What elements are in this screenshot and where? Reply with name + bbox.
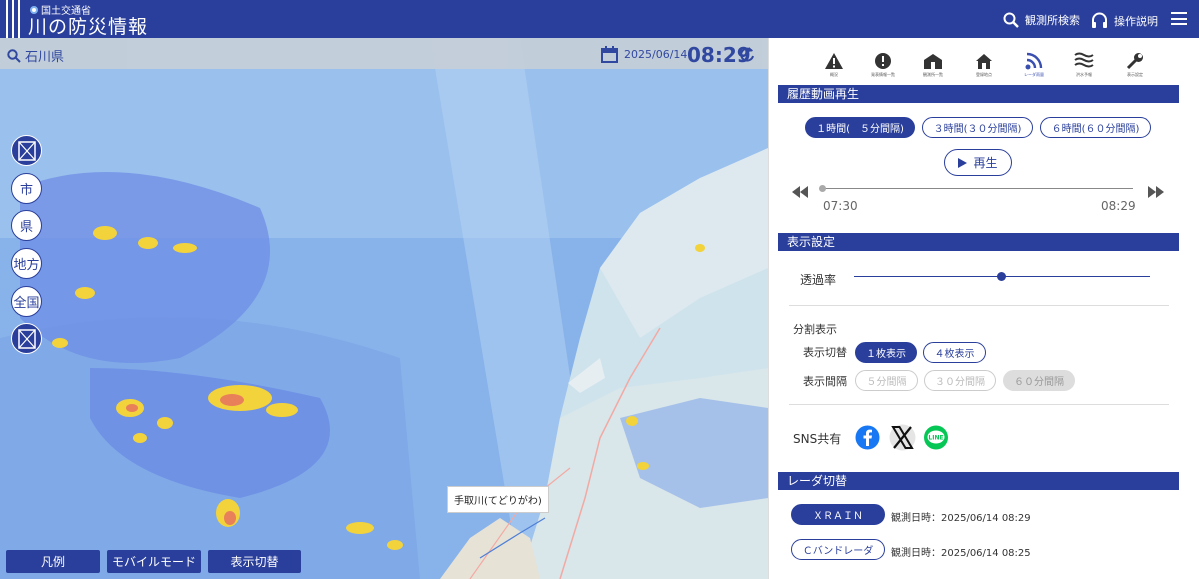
prefecture-label: 石川県 — [25, 50, 65, 65]
timeline-end: 08:29 — [1101, 199, 1136, 213]
radar-map-canvas — [0, 38, 768, 579]
opacity-label: 透過率 — [800, 273, 837, 287]
cband-radar-button[interactable]: Ｃバンドレーダ — [791, 539, 885, 560]
play-label: 再生 — [973, 156, 998, 170]
x-twitter-icon[interactable] — [889, 424, 916, 451]
prefecture-search[interactable]: 石川県 — [7, 46, 64, 65]
placeholder-image-icon — [17, 140, 36, 161]
water-level-icon — [1074, 52, 1094, 68]
headphones-icon — [1092, 12, 1107, 28]
alerts-tool-label: 発表情報一覧 — [871, 72, 895, 77]
timeline-start: 07:30 — [823, 199, 858, 213]
station-list-tool-label: 観測所一覧 — [923, 72, 943, 77]
home-icon — [976, 54, 992, 69]
station-list-icon — [924, 54, 942, 69]
calendar-icon[interactable] — [601, 46, 618, 63]
line-icon[interactable]: LINE — [923, 425, 949, 450]
xrain-observation-time: 観測日時：2025/06/14 08:29 — [891, 513, 1031, 524]
radar-section-title: レーダ切替 — [778, 472, 1179, 490]
refresh-icon[interactable] — [739, 46, 755, 62]
quad-view-button[interactable]: ４枚表示 — [923, 342, 986, 363]
settings-tool[interactable]: 表示設定 — [1120, 52, 1150, 78]
range-1h-button[interactable]: １時間( ５分間隔) — [805, 117, 915, 138]
facebook-icon[interactable] — [855, 425, 880, 450]
display-section-title: 表示設定 — [778, 233, 1179, 251]
scale-region-button[interactable]: 地方 — [11, 248, 42, 279]
app-header: 国土交通省 川の防災情報 観測所検索 操作説明 — [0, 0, 1199, 38]
rewind-icon[interactable] — [792, 186, 808, 198]
radar-icon — [1025, 52, 1043, 70]
interval-60min-button[interactable]: ６０分間隔 — [1003, 370, 1075, 391]
play-button[interactable]: 再生 — [944, 149, 1012, 176]
divider — [789, 305, 1169, 306]
map-top-bar: 石川県 2025/06/14 08:29 — [0, 38, 768, 69]
history-section-title: 履歴動画再生 — [778, 85, 1179, 103]
zoom-in-button[interactable] — [11, 135, 42, 166]
search-icon — [1003, 12, 1019, 28]
station-search-button[interactable]: 観測所検索 — [1003, 12, 1080, 28]
opacity-slider-handle[interactable] — [997, 272, 1006, 281]
scale-prefecture-button[interactable]: 県 — [11, 210, 42, 241]
display-toggle-button[interactable]: 表示切替 — [208, 550, 301, 573]
observation-date: 2025/06/14 — [624, 48, 688, 61]
divider — [789, 404, 1169, 405]
sns-share-label: SNS共有 — [793, 432, 842, 446]
radar-tool-label: レーダ雨量 — [1024, 72, 1044, 77]
play-icon — [958, 157, 968, 168]
xrain-button[interactable]: ＸＲＡＩＮ — [791, 504, 885, 525]
interval-5min-button[interactable]: ５分間隔 — [855, 370, 918, 391]
water-level-tool-label: 洪水予報 — [1076, 72, 1092, 77]
placeholder-image-icon — [17, 328, 36, 349]
single-view-button[interactable]: １枚表示 — [855, 342, 917, 363]
station-list-tool[interactable]: 観測所一覧 — [918, 52, 948, 78]
station-search-label: 観測所検索 — [1025, 14, 1080, 27]
registered-points-tool[interactable]: 登録地点 — [969, 52, 999, 78]
side-panel: 概況 発表情報一覧 観測所一覧 登録地点 レーダ雨量 洪水予報 表示設定 履歴動… — [768, 38, 1199, 579]
fast-forward-icon[interactable] — [1148, 186, 1164, 198]
hamburger-menu-icon[interactable] — [1171, 12, 1187, 25]
switch-label: 表示切替 — [803, 346, 847, 359]
split-display-label: 分割表示 — [793, 323, 837, 336]
range-6h-button[interactable]: ６時間(６０分間隔) — [1040, 117, 1151, 138]
help-button[interactable]: 操作説明 — [1091, 12, 1158, 29]
legend-button[interactable]: 凡例 — [6, 550, 100, 573]
registered-points-tool-label: 登録地点 — [976, 72, 992, 77]
scale-city-button[interactable]: 市 — [11, 173, 42, 204]
radar-map[interactable] — [0, 38, 768, 579]
search-icon — [7, 48, 21, 63]
warning-icon — [825, 53, 843, 69]
river-popup[interactable]: 手取川(てどりがわ) — [447, 486, 549, 513]
scale-national-button[interactable]: 全国 — [11, 286, 42, 317]
water-level-tool[interactable]: 洪水予報 — [1069, 52, 1099, 78]
timeline-handle[interactable] — [819, 185, 826, 192]
cband-observation-time: 観測日時：2025/06/14 08:25 — [891, 548, 1031, 559]
overview-tool[interactable]: 概況 — [819, 52, 849, 78]
interval-label: 表示間隔 — [803, 375, 847, 388]
alert-icon — [875, 53, 891, 69]
timeline-track[interactable] — [820, 188, 1133, 189]
alerts-tool[interactable]: 発表情報一覧 — [868, 52, 898, 78]
site-title[interactable]: 川の防災情報 — [28, 12, 148, 39]
help-label: 操作説明 — [1114, 14, 1158, 28]
site-logo-bars — [6, 0, 20, 38]
settings-tool-label: 表示設定 — [1127, 72, 1143, 77]
app-root: 国土交通省 川の防災情報 観測所検索 操作説明 石川県 2025/06/14 0… — [0, 0, 1199, 579]
overview-tool-label: 概況 — [830, 72, 838, 77]
radar-tool[interactable]: レーダ雨量 — [1019, 52, 1049, 78]
tools-icon — [1126, 53, 1143, 70]
interval-30min-button[interactable]: ３０分間隔 — [924, 370, 996, 391]
mobile-mode-button[interactable]: モバイルモード — [107, 550, 201, 573]
svg-text:LINE: LINE — [928, 435, 943, 442]
range-3h-button[interactable]: ３時間(３０分間隔) — [922, 117, 1033, 138]
zoom-out-button[interactable] — [11, 323, 42, 354]
